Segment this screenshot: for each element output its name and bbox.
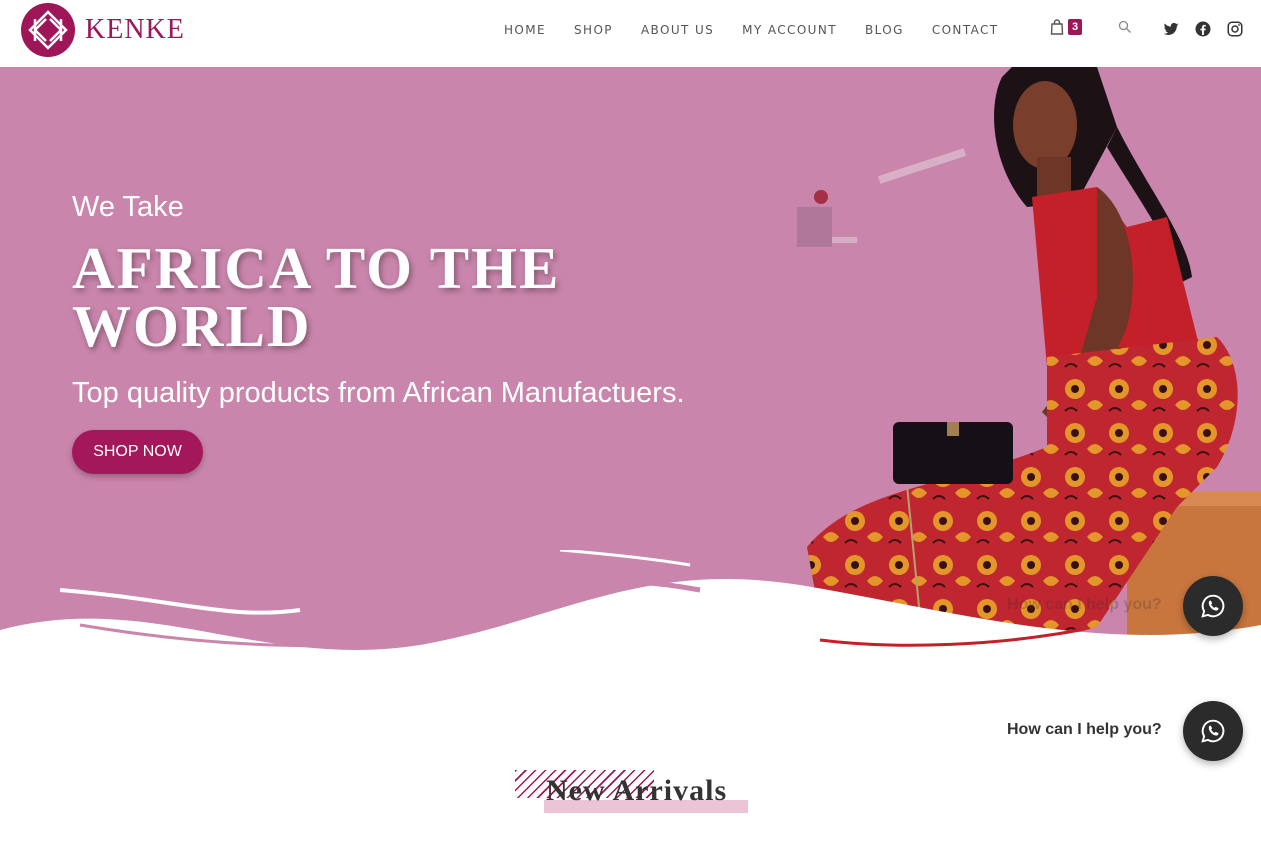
site-logo[interactable]: KENKE <box>20 2 185 58</box>
whatsapp-prompt-faded: How can I help you? <box>1007 596 1162 613</box>
search-icon <box>1118 20 1131 33</box>
social-links <box>1162 20 1244 38</box>
nav-about-us[interactable]: ABOUT US <box>641 23 714 37</box>
new-arrivals-heading: New Arrivals <box>515 770 755 815</box>
brand-name: KENKE <box>85 14 185 45</box>
nav-shop[interactable]: SHOP <box>574 23 613 37</box>
facebook-icon[interactable] <box>1194 20 1212 38</box>
search-button[interactable] <box>1118 20 1132 39</box>
whatsapp-prompt: How can I help you? <box>1007 721 1162 738</box>
kenke-logo-icon <box>21 3 75 57</box>
cart-count-badge: 3 <box>1068 19 1083 35</box>
whatsapp-icon <box>1201 719 1225 743</box>
nav-contact[interactable]: CONTACT <box>932 23 999 37</box>
main-nav: HOME SHOP ABOUT US MY ACCOUNT BLOG CONTA… <box>490 20 1013 40</box>
hero-subtitle: Top quality products from African Manufa… <box>72 377 685 409</box>
hero-wave-divider <box>0 550 1261 680</box>
shop-now-button[interactable]: SHOP NOW <box>72 430 203 474</box>
section-title: New Arrivals <box>546 774 728 807</box>
hero-kicker: We Take <box>72 191 184 223</box>
hero-banner: We Take AFRICA TO THE WORLD Top quality … <box>0 67 1261 680</box>
twitter-icon[interactable] <box>1162 20 1180 38</box>
site-header: KENKE HOME SHOP ABOUT US MY ACCOUNT BLOG… <box>0 0 1261 67</box>
whatsapp-button-faded[interactable] <box>1183 576 1243 636</box>
instagram-icon[interactable] <box>1226 20 1244 38</box>
whatsapp-icon <box>1201 594 1225 618</box>
hero-title: AFRICA TO THE WORLD <box>72 235 561 359</box>
nav-my-account[interactable]: MY ACCOUNT <box>742 23 837 37</box>
cart-button[interactable]: 3 <box>1050 19 1083 35</box>
whatsapp-button[interactable] <box>1183 701 1243 761</box>
nav-blog[interactable]: BLOG <box>865 23 904 37</box>
shopping-bag-icon <box>1050 19 1064 35</box>
nav-home[interactable]: HOME <box>504 23 546 37</box>
